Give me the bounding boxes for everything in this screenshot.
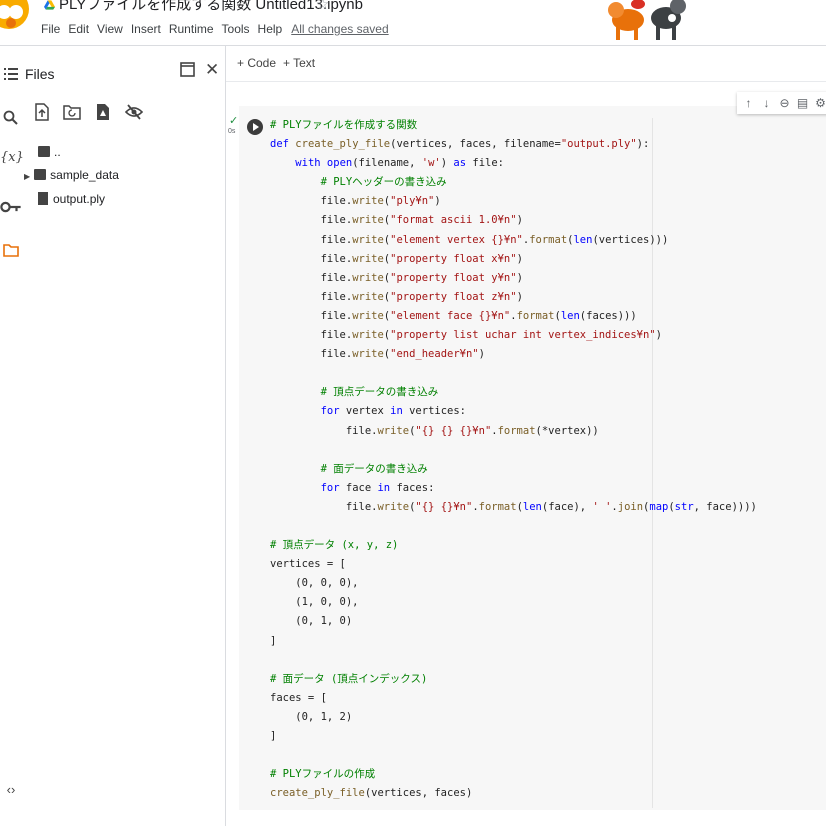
upload-icon[interactable]: [33, 103, 51, 121]
code-line: # 頂点データの書き込み: [270, 386, 439, 399]
code-line: (0, 0, 0),: [270, 577, 359, 590]
code-line: vertices = [: [270, 558, 346, 571]
code-editor[interactable]: # PLYファイルを作成する関数 def create_ply_file(vert…: [270, 116, 757, 803]
folder-icon: [34, 169, 47, 180]
comment-icon[interactable]: ▤: [795, 96, 810, 110]
search-icon[interactable]: [0, 110, 22, 126]
add-text-button[interactable]: + Text: [283, 56, 315, 70]
code-line: # PLYファイルを作成する関数: [270, 119, 418, 131]
code-line: for vertex in vertices:: [320, 405, 466, 418]
code-line: create_ply_file(vertices, faces): [270, 787, 473, 800]
toc-icon[interactable]: [0, 66, 22, 82]
key-icon[interactable]: [0, 200, 22, 214]
panel-divider: [225, 46, 226, 826]
move-down-icon[interactable]: ↓: [759, 96, 774, 110]
menu-insert[interactable]: Insert: [131, 22, 161, 36]
code-line: for face in faces:: [320, 481, 435, 494]
code-line: file.write("ply¥n"): [270, 195, 441, 208]
add-code-button[interactable]: + Code: [237, 56, 276, 70]
cell-toolbar: ↑ ↓ ⊖ ▤ ⚙: [737, 92, 826, 114]
menu-tools[interactable]: Tools: [222, 22, 250, 36]
move-up-icon[interactable]: ↑: [741, 96, 756, 110]
header-divider: [0, 45, 826, 46]
pets-illustration: [608, 0, 686, 40]
code-line: file.write("property list uchar int vert…: [270, 329, 662, 342]
run-cell-button[interactable]: [247, 119, 263, 135]
variables-icon[interactable]: {x}: [0, 150, 24, 165]
tree-item-label: sample_data: [50, 168, 119, 182]
colab-logo: [0, 0, 29, 29]
menu-view[interactable]: View: [97, 22, 123, 36]
close-icon[interactable]: ✕: [205, 60, 219, 80]
code-line: # 面データの書き込み: [270, 462, 428, 475]
toolbar-divider: [226, 81, 826, 82]
code-line: with open(filename, 'w') as file:: [295, 157, 504, 170]
tree-item-sample-data[interactable]: ▶ sample_data: [24, 168, 119, 182]
settings-icon[interactable]: ⚙: [813, 96, 826, 110]
hide-icon[interactable]: [125, 103, 143, 121]
tree-item-label: output.ply: [53, 192, 106, 206]
code-snippets-icon[interactable]: ‹›: [0, 782, 22, 797]
code-line: faces = [: [270, 691, 327, 704]
run-status-check: ✓: [229, 115, 239, 127]
code-line: file.write("{} {}¥n".format(len(face), '…: [270, 500, 757, 513]
code-line: (1, 0, 0),: [270, 596, 359, 609]
code-line: # PLYヘッダーの書き込み: [270, 176, 447, 189]
code-line: # 頂点データ (x, y, z): [270, 539, 399, 552]
code-line: file.write("property float x¥n"): [270, 252, 523, 265]
star-icon[interactable]: ☆: [316, 0, 329, 13]
code-line: file.write("format ascii 1.0¥n"): [270, 214, 523, 227]
link-icon[interactable]: ⊖: [777, 96, 792, 110]
save-status-link[interactable]: All changes saved: [291, 22, 388, 36]
menu-file[interactable]: File: [41, 22, 60, 36]
tree-item-label: ..: [54, 145, 61, 159]
code-line: # PLYファイルの作成: [270, 768, 376, 781]
code-line: (0, 1, 2): [270, 710, 353, 723]
mount-drive-icon[interactable]: [94, 103, 112, 121]
code-line: # 面データ (頂点インデックス): [270, 672, 428, 685]
code-line: ]: [270, 730, 277, 742]
menu-runtime[interactable]: Runtime: [169, 22, 214, 36]
tree-item-parent[interactable]: ..: [38, 145, 61, 159]
files-panel-title: Files: [25, 66, 55, 82]
chevron-right-icon[interactable]: ▶: [24, 172, 30, 181]
folder-icon[interactable]: [0, 242, 22, 258]
open-in-window-icon[interactable]: [180, 62, 195, 77]
folder-up-icon: [38, 146, 50, 157]
code-line: file.write("property float y¥n"): [270, 271, 523, 284]
code-line: file.write("element vertex {}¥n".format(…: [270, 233, 669, 246]
tree-item-output-ply[interactable]: output.ply: [38, 192, 105, 206]
code-line: (0, 1, 0): [270, 615, 353, 628]
menu-bar: File Edit View Insert Runtime Tools Help…: [41, 22, 397, 36]
refresh-icon[interactable]: [63, 103, 81, 121]
execution-time: 0s: [228, 128, 236, 135]
code-line: file.write("end_header¥n"): [270, 348, 485, 361]
code-line: file.write("element face {}¥n".format(le…: [270, 309, 637, 322]
code-line: def create_ply_file(vertices, faces, fil…: [270, 138, 650, 151]
drive-icon: [44, 0, 55, 10]
file-icon: [38, 192, 48, 205]
code-line: file.write("{} {} {}¥n".format(*vertex)): [270, 424, 599, 437]
code-line: ]: [270, 634, 277, 647]
code-line: file.write("property float z¥n"): [270, 290, 523, 303]
menu-help[interactable]: Help: [258, 22, 283, 36]
menu-edit[interactable]: Edit: [68, 22, 89, 36]
